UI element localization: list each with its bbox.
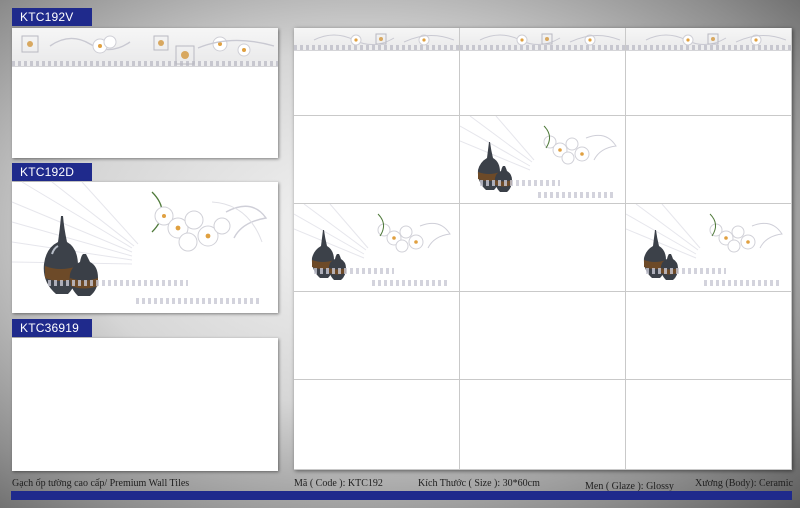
spec-footer: Gạch ốp tường cao cấp/ Premium Wall Tile…: [0, 478, 800, 492]
wall-tile-cell: [460, 204, 626, 292]
dot-band-1: [48, 280, 188, 286]
footer-body: Xương (Body): Ceramic: [695, 478, 793, 489]
dot-band: [372, 280, 450, 286]
tile-sample-plain: [12, 338, 278, 471]
dot-band: [314, 268, 394, 274]
footer-code: Mã ( Code ): KTC192: [294, 478, 383, 489]
wall-tile-cell: [626, 28, 792, 116]
dot-band: [646, 268, 726, 274]
wall-tile-cell: [460, 28, 626, 116]
wall-decor-motif: [294, 204, 451, 280]
wall-layout-preview: [294, 28, 792, 470]
wall-tile-cell: [626, 116, 792, 204]
wall-tile-cell: [460, 292, 626, 380]
wall-tile-cell: [294, 292, 460, 380]
dot-band-2: [136, 298, 260, 304]
wall-tile-cell: [626, 204, 792, 292]
dot-band: [480, 180, 560, 186]
tile-sample-decor: [11, 181, 278, 313]
tile-label-border: KTC192V: [12, 8, 92, 26]
footer-size: Kích Thước ( Size ): 30*60cm: [418, 478, 540, 489]
wall-tile-cell: [626, 292, 792, 380]
wall-tile-cell: [294, 204, 460, 292]
wall-tile-cell: [294, 28, 460, 116]
dot-band: [538, 192, 616, 198]
floral-border-motif: [479, 33, 621, 46]
footer-category: Gạch ốp tường cao cấp/ Premium Wall Tile…: [12, 478, 190, 489]
wall-decor-motif: [626, 204, 783, 280]
floral-border-motif: [21, 35, 275, 65]
floral-border-motif: [645, 33, 787, 46]
tile-label-decor: KTC192D: [12, 163, 92, 181]
tile-label-plain: KTC36919: [12, 319, 92, 337]
wall-decor-motif: [460, 116, 617, 192]
wall-tile-cell: [460, 116, 626, 204]
wall-tile-cell: [626, 380, 792, 470]
dot-band: [704, 280, 782, 286]
tile-sample-border: [12, 28, 278, 158]
footer-accent-bar: [11, 491, 792, 500]
decor-artwork: [11, 181, 268, 296]
wall-tile-cell: [294, 116, 460, 204]
wall-tile-cell: [460, 380, 626, 470]
floral-border-motif: [313, 33, 455, 46]
wall-tile-cell: [294, 380, 460, 470]
